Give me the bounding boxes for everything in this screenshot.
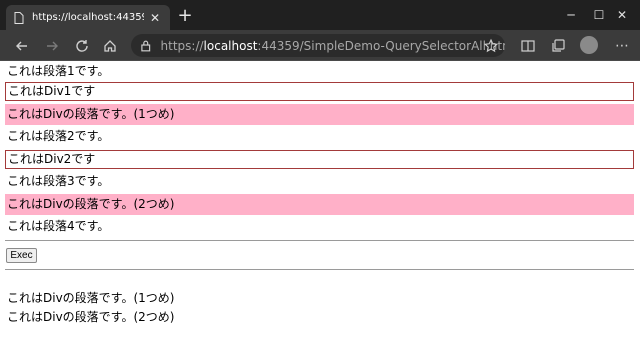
title-bar: https://localhost:44359/SimpleDe ✕ + ─ ☐… (0, 0, 640, 30)
address-bar[interactable]: https://localhost:44359/SimpleDemo-Query… (131, 34, 505, 57)
tab-title: https://localhost:44359/SimpleDe (32, 12, 144, 23)
tab-close-icon[interactable]: ✕ (148, 11, 162, 25)
exec-button[interactable]: Exec (6, 248, 37, 263)
page-content: これは段落1です。 これはDiv1です これはDivの段落です。(1つめ) これ… (0, 61, 640, 341)
home-icon[interactable] (98, 34, 122, 58)
refresh-icon[interactable] (70, 34, 94, 58)
div-2: これはDiv2です (5, 150, 634, 169)
page-icon (14, 11, 24, 24)
divider-bottom (5, 269, 634, 270)
paragraph-3: これは段落3です。 (7, 174, 110, 188)
result-line-2: これはDivの段落です。(2つめ) (7, 310, 175, 324)
collections-icon[interactable] (546, 34, 570, 58)
result-line-1: これはDivの段落です。(1つめ) (7, 291, 175, 305)
new-tab-icon[interactable]: + (174, 6, 196, 28)
back-icon[interactable] (10, 34, 34, 58)
paragraph-2: これは段落2です。 (7, 129, 110, 143)
divider-top (5, 240, 634, 241)
profile-avatar[interactable] (580, 36, 598, 54)
browser-toolbar: https://localhost:44359/SimpleDemo-Query… (0, 30, 640, 61)
paragraph-1: これは段落1です。 (7, 64, 110, 78)
add-favorite-icon[interactable] (483, 38, 499, 54)
paragraph-4: これは段落4です。 (7, 219, 110, 233)
more-menu-icon[interactable]: ⋯ (610, 34, 634, 58)
url-text: https://localhost:44359/SimpleDemo-Query… (160, 38, 505, 53)
window-close-icon[interactable]: ✕ (604, 0, 640, 30)
div-paragraph-1: これはDivの段落です。(1つめ) (5, 104, 634, 125)
lock-icon[interactable] (139, 39, 153, 53)
split-screen-icon[interactable] (516, 34, 540, 58)
browser-tab[interactable]: https://localhost:44359/SimpleDe ✕ (6, 5, 170, 30)
forward-icon[interactable] (40, 34, 64, 58)
div-paragraph-2: これはDivの段落です。(2つめ) (5, 194, 634, 215)
div-1: これはDiv1です (5, 82, 634, 101)
